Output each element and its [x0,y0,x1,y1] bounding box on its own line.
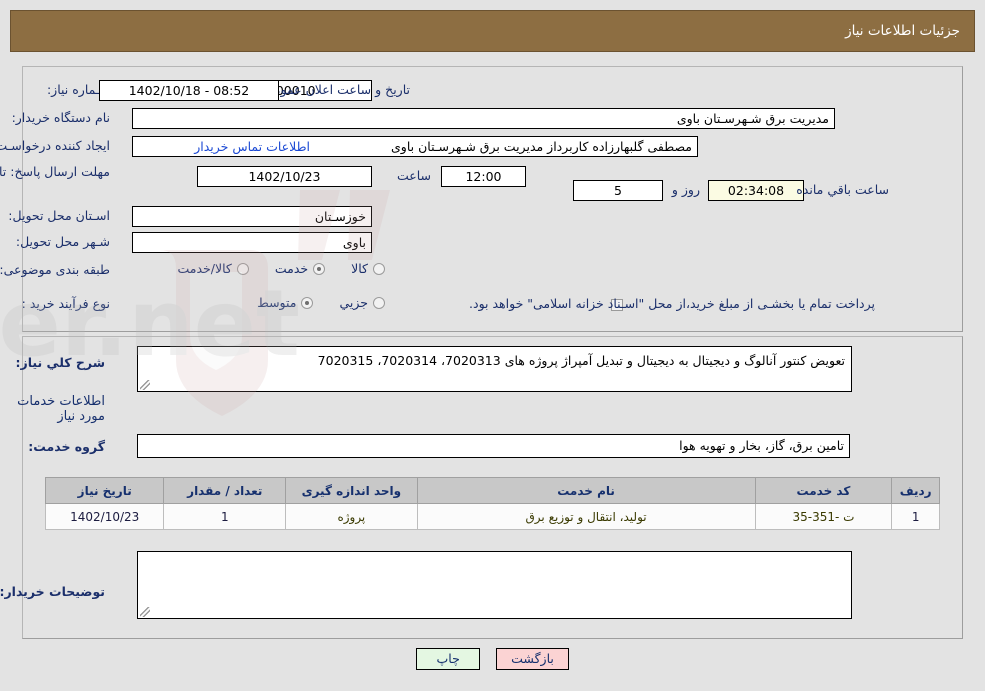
announce-datetime-label: تاریخ و ساعت اعلان عمومي: [259,82,410,97]
buyer-notes-textarea[interactable] [137,551,852,619]
request-creator-label: ایجاد کننده درخواسـت: [0,138,110,153]
remaining-time-label: ساعت باقي مانده [796,182,889,197]
deadline-label: مهلت ارسال پاسخ: تا تاریخ: [0,164,110,179]
remaining-days-value: 5 [573,180,663,201]
need-info-panel [22,66,963,332]
table-col-header-0: ردیف [891,477,940,504]
print-button[interactable]: چاپ [416,648,481,670]
table-col-header-4: تعداد / مقدار [163,477,287,504]
back-button[interactable]: بازگشت [496,648,569,670]
process-option-1[interactable]: متوسط [253,295,314,310]
table-col-header-1: کد خدمت [754,477,893,504]
table-col-header-5: تاریخ نیاز [44,477,165,504]
process-label: نوع فرآیند خرید : [21,296,110,311]
deadline-date-value: 1402/10/23 [197,166,372,187]
buyer-notes-label: توضیحات خریدار: [0,584,105,599]
table-cell-unit: پروژه [285,503,418,530]
remaining-days-label: روز و [671,182,700,197]
page-title: جزئیات اطلاعات نیاز [845,23,960,39]
deadline-label-wrap: مهلت ارسال پاسخ: تا تاریخ: [0,164,110,179]
announce-datetime-label-wrap: تاریخ و ساعت اعلان عمومي: [259,82,410,97]
city-label-wrap: شـهر محل تحویل: [16,234,110,249]
service-group-value: تامین برق، گاز، بخار و تهویه هوا [137,434,850,458]
page-root: جزئیات اطلاعات نیاز شـماره نیاز: 1102095… [0,0,985,691]
category-radio-0[interactable] [373,262,385,275]
table-col-header-2: نام خدمت [416,477,756,504]
province-label: اسـتان محل تحویل: [8,208,110,223]
buyer-contact-link[interactable]: اطلاعات تماس خریدار [194,139,310,154]
services-info-title: اطلاعات خدمات مورد نیاز [17,394,105,424]
table-body: 1ت -351-35 تولید، انتقال و توزیع برق پروژه… [44,503,940,530]
category-label: طبقه بندی موضوعی: [0,262,110,277]
category-label-1: خدمت [274,261,309,276]
deadline-hour-value: 12:00 [441,166,526,187]
announce-datetime-value: 08:52 - 1402/10/18 [99,80,279,101]
table-cell-row: 1 [891,503,940,530]
category-label-wrap: طبقه بندی موضوعی: [0,262,110,277]
category-radio-2[interactable] [236,262,249,275]
table-header-row: ردیف کد خدمت نام خدمت واحد اندازه گیری تعداد… [44,477,940,504]
process-radio-1[interactable] [301,296,314,309]
buyer-org-value: مدیریت برق شـهرسـتان باوی [132,108,835,129]
category-radio-1[interactable] [313,262,326,275]
process-radio-0[interactable] [373,296,385,309]
table-cell-date: 1402/10/23 [44,503,165,530]
general-desc-value: تعویض کنتور آنالوگ و دیجیتال به دیجیتال … [317,353,845,368]
general-desc-label: شرح کلي نیاز: [15,355,105,370]
remaining-time-value: 02:34:08 [708,180,804,201]
buyer-org-label: نام دستگاه خریدار: [11,110,110,125]
services-table: ردیف کد خدمت نام خدمت واحد اندازه گیری تعداد… [44,477,940,530]
process-label-1: متوسط [257,295,297,310]
table-col-header-3: واحد اندازه گیری [285,477,418,504]
treasury-note: پرداخت تمام یا بخشـی از مبلغ خرید،از محل… [469,296,875,311]
category-label-0: کالا [351,261,368,276]
process-label-wrap: نوع فرآیند خرید : [22,296,110,311]
category-label-2: کالا/خدمت [177,261,232,276]
table-cell-name: تولید، انتقال و توزیع برق [416,503,756,530]
deadline-hour-label: ساعت [396,168,431,183]
general-desc-textarea[interactable]: تعویض کنتور آنالوگ و دیجیتال به دیجیتال … [137,346,852,392]
process-label-0: جزیي [339,295,368,310]
table-cell-code: ت -351-35 [754,503,893,530]
process-radio-group[interactable]: جزیي متوسط [231,295,385,310]
request-creator-label-wrap: ایجاد کننده درخواسـت: [0,138,110,153]
table-cell-qty: 1 [163,503,287,530]
table-row[interactable]: 1ت -351-35 تولید، انتقال و توزیع برق پروژه… [44,503,940,530]
category-option-2[interactable]: کالا/خدمت [173,261,249,276]
buyer-org-label-wrap: نام دستگاه خریدار: [12,110,110,125]
city-label: شـهر محل تحویل: [15,234,110,249]
service-group-label: گروه خدمت: [28,439,105,454]
action-buttons: بازگشت چاپ [0,648,985,670]
category-option-0[interactable]: کالا [347,261,385,276]
province-label-wrap: اسـتان محل تحویل: [8,208,110,223]
city-value: باوی [132,232,372,253]
category-option-1[interactable]: خدمت [271,261,326,276]
category-radio-group[interactable]: کالا خدمت کالا/خدمت [151,261,385,276]
process-option-0[interactable]: جزیي [335,295,385,310]
page-header: جزئیات اطلاعات نیاز [10,10,975,52]
province-value: خوزسـتان [132,206,372,227]
